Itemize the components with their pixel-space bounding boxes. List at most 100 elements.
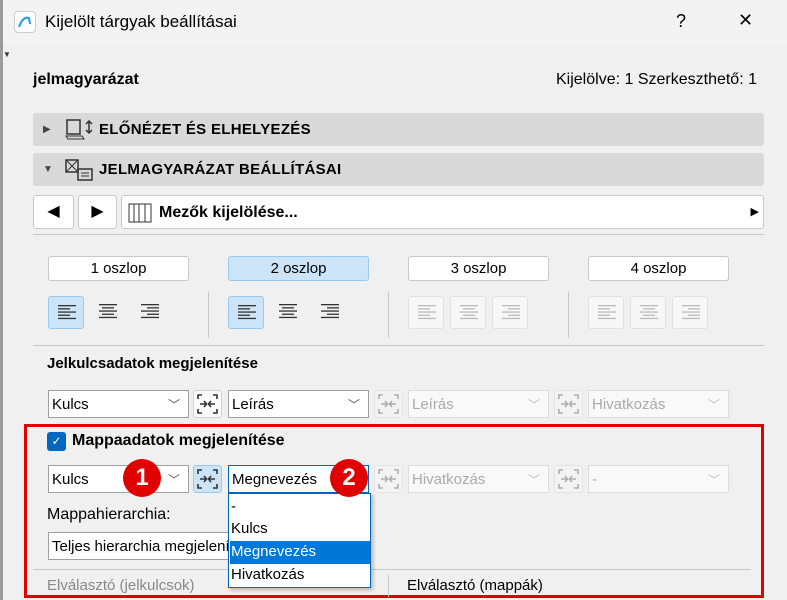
dropdown-option[interactable]: -	[230, 496, 370, 519]
folder-data-checkbox[interactable]: ✓	[47, 432, 66, 451]
join-icon	[558, 394, 579, 414]
align-right-button[interactable]	[672, 296, 708, 329]
annotation-badge-1: 1	[123, 459, 161, 497]
field-value: Kulcs	[52, 471, 89, 488]
align-center-button[interactable]	[270, 296, 306, 329]
divider	[33, 234, 764, 235]
annotation-badge-2: 2	[330, 459, 368, 497]
selection-info: Kijelölve: 1 Szerkeszthető: 1	[556, 71, 757, 88]
close-button[interactable]: ✕	[738, 10, 753, 31]
join-fields-button[interactable]	[374, 465, 403, 493]
section-label: JELMAGYARÁZAT BEÁLLÍTÁSAI	[99, 161, 342, 178]
align-center-button[interactable]	[450, 296, 486, 329]
field-dropdown-4[interactable]: - ﹀	[588, 465, 729, 493]
tab-column-3[interactable]: 3 oszlop	[408, 256, 549, 281]
collapse-arrow-icon[interactable]: ▼	[3, 50, 11, 59]
dropdown-list: - Kulcs Megnevezés Hivatkozás	[228, 493, 371, 588]
align-right-icon	[141, 304, 159, 319]
align-left-icon	[238, 305, 256, 320]
align-right-button[interactable]	[132, 296, 168, 329]
field-select-label: Mezők kijelölése...	[159, 204, 298, 221]
object-name: jelmagyarázat	[33, 71, 139, 88]
join-icon	[378, 469, 399, 489]
help-button[interactable]: ?	[676, 11, 686, 32]
chevron-down-icon: ﹀	[347, 398, 360, 412]
field-value: Hivatkozás	[592, 396, 666, 413]
align-center-button[interactable]	[90, 296, 126, 329]
align-left-button[interactable]	[588, 296, 624, 329]
field-value: Leírás	[232, 396, 274, 413]
field-value: Leírás	[412, 396, 454, 413]
hierarchy-label: Mappahierarchia:	[47, 506, 171, 523]
align-left-icon	[58, 305, 76, 320]
window-title: Kijelölt tárgyak beállításai	[45, 12, 237, 31]
section-legend-settings[interactable]: ▼ JELMAGYARÁZAT BEÁLLÍTÁSAI	[33, 153, 764, 186]
field-dropdown-1[interactable]: Kulcs ﹀	[48, 390, 189, 418]
align-left-button[interactable]	[48, 296, 84, 329]
chevron-down-icon: ﹀	[167, 398, 180, 412]
section-label: ELŐNÉZET ÉS ELHELYEZÉS	[99, 121, 311, 138]
join-icon	[197, 394, 218, 414]
align-center-icon	[279, 304, 297, 319]
join-icon	[197, 469, 218, 489]
align-center-icon	[640, 305, 658, 320]
join-fields-button[interactable]	[554, 390, 583, 418]
field-value: Kulcs	[52, 396, 89, 413]
field-dropdown-3[interactable]: Leírás ﹀	[408, 390, 549, 418]
tab-column-1[interactable]: 1 oszlop	[48, 256, 189, 281]
chevron-down-icon: ﹀	[167, 473, 180, 487]
dropdown-option-selected[interactable]: Megnevezés	[230, 541, 370, 564]
align-center-icon	[460, 305, 478, 320]
divider	[208, 292, 209, 338]
align-left-icon	[598, 305, 616, 320]
next-button[interactable]: ▶	[78, 195, 117, 229]
field-dropdown-2[interactable]: Leírás ﹀	[228, 390, 369, 418]
align-right-button[interactable]	[492, 296, 528, 329]
divider	[33, 569, 751, 570]
separator-symbols-label: Elválasztó (jelkulcsok)	[47, 577, 195, 594]
field-dropdown-1[interactable]: Kulcs ﹀	[48, 465, 189, 493]
join-fields-button[interactable]	[554, 465, 583, 493]
app-icon	[14, 11, 36, 33]
join-icon	[558, 469, 579, 489]
join-icon	[378, 394, 399, 414]
align-center-icon	[99, 304, 117, 319]
field-value: -	[592, 471, 597, 488]
field-dropdown-3[interactable]: Hivatkozás ﹀	[408, 465, 549, 493]
dropdown-option[interactable]: Hivatkozás	[230, 564, 370, 587]
divider	[568, 292, 569, 338]
preview-icon	[65, 119, 93, 140]
chevron-down-icon: ﹀	[707, 473, 720, 487]
prev-button[interactable]: ◀	[33, 195, 74, 229]
align-right-button[interactable]	[312, 296, 348, 329]
divider	[33, 345, 764, 346]
chevron-down-icon: ﹀	[707, 398, 720, 412]
expand-arrow-icon: ▶	[43, 124, 51, 135]
collapse-arrow-icon: ▼	[43, 164, 54, 175]
chevron-down-icon: ﹀	[527, 398, 540, 412]
field-select-button[interactable]: Mezők kijelölése... ▶	[121, 195, 764, 229]
folder-data-title: Mappaadatok megjelenítése	[72, 432, 285, 449]
join-fields-button[interactable]	[193, 465, 222, 493]
columns-icon	[128, 203, 152, 223]
separator-folders-label: Elválasztó (mappák)	[407, 577, 543, 594]
align-right-icon	[682, 305, 700, 320]
field-dropdown-4[interactable]: Hivatkozás ﹀	[588, 390, 729, 418]
field-value: Hivatkozás	[412, 471, 486, 488]
align-center-button[interactable]	[630, 296, 666, 329]
align-left-button[interactable]	[228, 296, 264, 329]
arrow-right-icon: ▶	[750, 206, 759, 218]
align-left-icon	[418, 305, 436, 320]
divider	[388, 292, 389, 338]
chevron-down-icon: ﹀	[527, 473, 540, 487]
field-value: Megnevezés	[232, 471, 318, 488]
tab-column-2[interactable]: 2 oszlop	[228, 256, 369, 281]
align-left-button[interactable]	[408, 296, 444, 329]
join-fields-button[interactable]	[193, 390, 222, 418]
dropdown-option[interactable]: Kulcs	[230, 518, 370, 541]
join-fields-button[interactable]	[374, 390, 403, 418]
legend-settings-icon	[65, 159, 93, 181]
section-preview-placement[interactable]: ▶ ELŐNÉZET ÉS ELHELYEZÉS	[33, 113, 764, 146]
align-right-icon	[502, 305, 520, 320]
tab-column-4[interactable]: 4 oszlop	[588, 256, 729, 281]
